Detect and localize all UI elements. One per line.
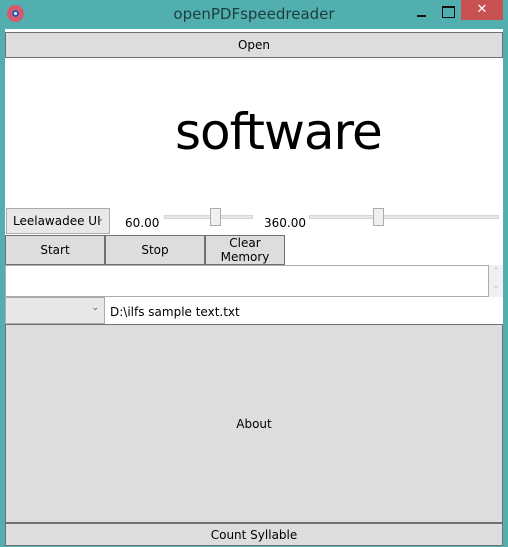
slider1[interactable] (164, 208, 253, 226)
chevron-down-icon: ⌄ (96, 214, 104, 224)
current-word: software (175, 103, 383, 161)
maximize-button[interactable] (440, 4, 458, 18)
open-button[interactable]: Open (5, 32, 503, 58)
file-select[interactable]: ⌄ (5, 297, 105, 324)
font-select-value: Leelawadee UI (13, 214, 101, 228)
slider1-value: 60.00 (125, 216, 160, 230)
count-syllable-button[interactable]: Count Syllable (5, 523, 503, 546)
scroll-down-icon[interactable]: ⌄ (489, 279, 503, 293)
start-button[interactable]: Start (5, 235, 105, 265)
close-button[interactable]: ✕ (461, 0, 503, 20)
slider2[interactable] (309, 208, 499, 226)
scroll-up-icon[interactable]: ⌃ (489, 265, 503, 279)
font-select[interactable]: Leelawadee UI ⌄ (6, 208, 110, 234)
slider2-value: 360.00 (264, 216, 306, 230)
stop-button[interactable]: Stop (105, 235, 205, 265)
slider2-thumb[interactable] (372, 208, 384, 226)
text-input[interactable] (5, 265, 489, 297)
chevron-down-icon: ⌄ (91, 303, 99, 313)
client-area: Open software Leelawadee UI ⌄ 60.00 360.… (5, 29, 503, 546)
file-path: D:\ilfs sample text.txt (110, 305, 240, 319)
text-input-scrollbar[interactable]: ⌃ ⌄ (489, 265, 503, 297)
slider1-thumb[interactable] (210, 208, 222, 226)
clear-memory-button[interactable]: Clear Memory (205, 235, 285, 265)
about-button[interactable]: About (5, 324, 503, 523)
minimize-button[interactable] (412, 6, 432, 22)
